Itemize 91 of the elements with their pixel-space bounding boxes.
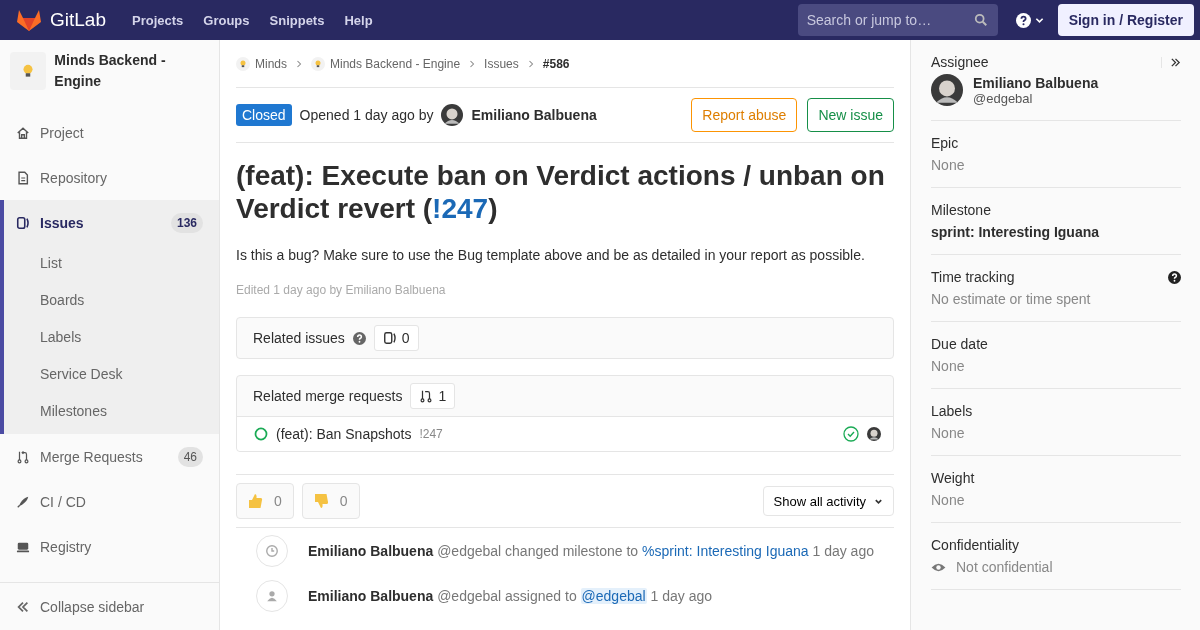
rocket-icon (16, 494, 30, 509)
header-button[interactable]: New issue (807, 98, 894, 132)
avatar-icon (441, 104, 464, 126)
sidebar-item[interactable]: Issues 136 (4, 200, 219, 245)
sidebar-subitem[interactable]: Boards (4, 282, 219, 319)
opened-text: Opened 1 day ago by (299, 107, 434, 123)
field-label: Assignee (931, 54, 989, 70)
sidebar-subitem[interactable]: List (4, 245, 219, 282)
breadcrumb-link[interactable]: Minds (255, 56, 287, 71)
activity-filter-dropdown[interactable]: Show all activity (762, 486, 894, 516)
field-label: Milestone (931, 202, 991, 218)
status-badge: Closed (236, 104, 292, 126)
field-label: Due date (931, 336, 988, 352)
sidebar-item[interactable]: Registry (4, 524, 219, 569)
field-value: Not confidential (956, 559, 1053, 575)
sidebar-subitem[interactable]: Milestones (4, 393, 219, 430)
help-icon (1168, 270, 1181, 284)
edited-note: Edited 1 day ago by Emiliano Balbuena (236, 283, 447, 297)
breadcrumb-link[interactable]: #586 (542, 56, 570, 71)
merge-request-link[interactable]: !247 (432, 193, 489, 224)
count-badge: 136 (170, 212, 203, 233)
nav-link[interactable]: Snippets (269, 12, 325, 28)
assignee-username: @edgebal (973, 90, 1034, 106)
user-icon (256, 579, 288, 612)
assignee-name[interactable]: Emiliano Balbuena (973, 74, 1099, 91)
sidebar-subitem[interactable]: Labels (4, 319, 219, 356)
field-value: None (931, 157, 965, 173)
user-mention-link[interactable]: @edgebal (580, 587, 647, 604)
merge-request-count-badge: 1 (410, 383, 456, 409)
reaction-button[interactable]: 0 (236, 483, 294, 519)
issues-icon (16, 215, 30, 230)
document-icon (16, 170, 30, 185)
field-label: Confidentiality (931, 537, 1019, 553)
double-chevron-right-icon[interactable] (1161, 56, 1181, 68)
fox-logo-icon (16, 8, 42, 32)
sidebar-item[interactable]: CI / CD (4, 479, 219, 524)
home-icon (16, 125, 30, 140)
sign-in-button[interactable]: Sign in / Register (1057, 4, 1194, 36)
check-circle-icon (843, 426, 859, 442)
avatar-icon (867, 427, 881, 441)
sidebar-item[interactable]: Merge Requests 46 (4, 434, 219, 479)
logo-text[interactable]: GitLab (50, 9, 106, 31)
help-icon (352, 331, 366, 345)
eye-icon (931, 561, 946, 573)
project-name[interactable]: Minds Backend - Engine (54, 50, 209, 92)
thumbs-up-icon (248, 492, 264, 510)
breadcrumb-link[interactable]: Issues (484, 56, 519, 71)
field-value: None (931, 492, 965, 508)
issue-description: Is this a bug? Make sure to use the Bug template above and be as detailed in your report as possible. (236, 247, 866, 263)
field-value: None (931, 358, 965, 374)
reaction-button[interactable]: 0 (301, 483, 360, 519)
collapse-sidebar-button[interactable]: Collapse sidebar (0, 582, 219, 630)
count-badge: 46 (177, 446, 203, 467)
sidebar-item[interactable]: Project (4, 110, 219, 155)
field-value: sprint: Interesting Iguana (931, 224, 1099, 240)
header-button[interactable]: Report abuse (691, 98, 798, 132)
field-label: Epic (931, 135, 959, 151)
card-title: Related issues (253, 330, 345, 346)
activity-note: Emiliano Balbuena @edgebal changed milestone to %sprint: Interesting Iguana 1 day ago (308, 542, 874, 559)
card-title: Related merge requests (253, 388, 403, 404)
help-icon (1015, 12, 1031, 28)
field-label: Weight (931, 470, 975, 486)
field-label: Labels (931, 403, 973, 419)
nav-link[interactable]: Help (344, 12, 373, 28)
nav-link[interactable]: Projects (132, 12, 184, 28)
merge-request-icon (419, 389, 434, 403)
issues-icon (382, 331, 397, 345)
issue-title: (feat): Execute ban on Verdict actions / unban on Verdict revert (!247) (236, 159, 886, 225)
field-value: None (931, 425, 965, 441)
sidebar-subitem[interactable]: Service Desk (4, 356, 219, 393)
milestone-link[interactable]: %sprint: Interesting Iguana (642, 542, 809, 559)
author-link[interactable]: Emiliano Balbuena (471, 107, 597, 123)
field-label: Time tracking (931, 269, 1015, 285)
merge-request-link[interactable]: (feat): Ban Snapshots (276, 426, 412, 442)
clock-icon (256, 534, 288, 567)
nav-link[interactable]: Groups (203, 12, 250, 28)
chevron-right-icon (527, 59, 534, 68)
breadcrumb-link[interactable]: Minds Backend - Engine (330, 56, 461, 71)
activity-note: Emiliano Balbuena @edgebal assigned to @edgebal 1 day ago (308, 587, 712, 604)
merge-request-ref: !247 (419, 427, 443, 441)
sidebar-item[interactable]: Repository (4, 155, 219, 200)
chevron-right-icon (296, 59, 302, 68)
chevron-right-icon (469, 59, 476, 68)
thumbs-down-icon (313, 492, 330, 510)
double-chevron-left-icon (16, 599, 30, 614)
search-field[interactable]: Search or jump to… (797, 4, 998, 36)
avatar-icon (931, 74, 963, 106)
search-icon (973, 13, 988, 27)
open-status-icon (254, 427, 268, 441)
merge-request-icon (16, 449, 30, 464)
issue-count-badge: 0 (373, 325, 419, 351)
